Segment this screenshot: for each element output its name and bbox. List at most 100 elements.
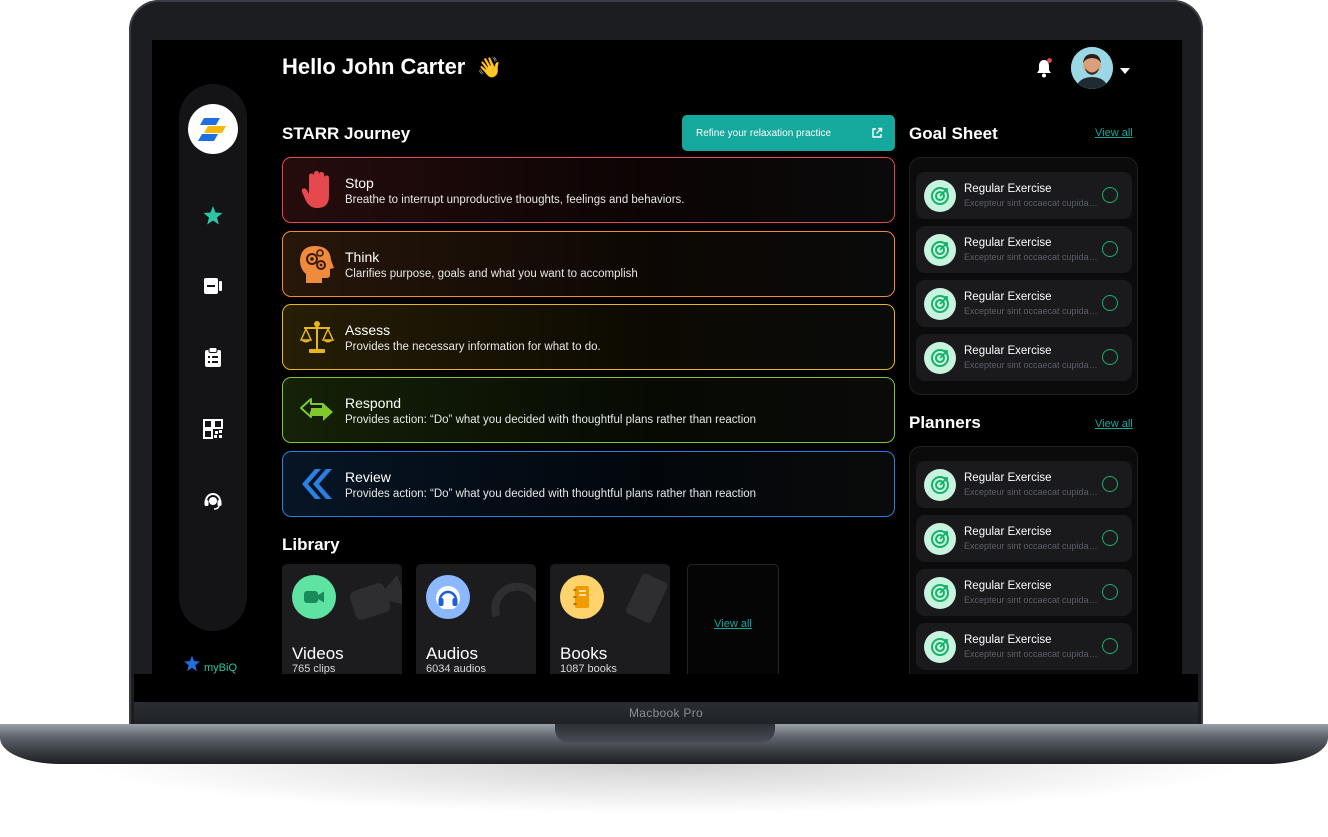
planner-title: Regular Exercise bbox=[964, 634, 1052, 646]
goal-item[interactable]: Regular Exercise Excepteur sint occaecat… bbox=[916, 172, 1132, 219]
starr-card-title: Stop bbox=[345, 174, 374, 191]
brand-logo: myBiQ bbox=[182, 652, 237, 674]
planner-checkbox[interactable] bbox=[1102, 476, 1118, 492]
nav-item-tasks[interactable] bbox=[201, 345, 225, 369]
screen-bezel bbox=[134, 674, 1198, 702]
starr-card-title: Assess bbox=[345, 321, 391, 338]
page-title: Hello John Carter 👋 bbox=[282, 54, 502, 80]
library-card-count: 765 clips bbox=[292, 663, 336, 674]
goal-desc: Excepteur sint occaecat cupidatat non pr… bbox=[964, 360, 1099, 370]
starr-card-desc: Provides action: “Do” what you decided w… bbox=[345, 487, 757, 500]
planner-item[interactable]: Regular Exercise Excepteur sint occaecat… bbox=[916, 623, 1132, 670]
nav-item-journal[interactable] bbox=[201, 274, 225, 298]
goal-item[interactable]: Regular Exercise Excepteur sint occaecat… bbox=[916, 334, 1132, 381]
goal-item[interactable]: Regular Exercise Excepteur sint occaecat… bbox=[916, 280, 1132, 327]
qr-code-icon bbox=[203, 419, 223, 439]
library-card-audios[interactable]: Audios 6034 audios bbox=[416, 564, 536, 674]
goal-desc: Excepteur sint occaecat cupidatat non pr… bbox=[964, 252, 1099, 262]
greeting-text: Hello John Carter bbox=[282, 54, 466, 79]
sidebar bbox=[179, 84, 247, 631]
planner-checkbox[interactable] bbox=[1102, 530, 1118, 546]
starr-card-think[interactable]: Think Clarifies purpose, goals and what … bbox=[282, 231, 895, 297]
goal-title: Regular Exercise bbox=[964, 291, 1052, 303]
video-ghost-icon bbox=[349, 574, 402, 620]
scales-icon bbox=[299, 317, 335, 357]
goal-checkbox[interactable] bbox=[1102, 241, 1118, 257]
account-menu-toggle[interactable] bbox=[1119, 63, 1131, 74]
double-chevron-left-icon bbox=[299, 464, 335, 504]
goal-checkbox[interactable] bbox=[1102, 349, 1118, 365]
planner-item[interactable]: Regular Exercise Excepteur sint occaecat… bbox=[916, 461, 1132, 508]
device-label: Macbook Pro bbox=[134, 702, 1198, 724]
planner-title: Regular Exercise bbox=[964, 472, 1052, 484]
library-card-books[interactable]: Books 1087 books bbox=[550, 564, 670, 674]
goal-sheet-title: Goal Sheet bbox=[909, 124, 998, 143]
video-camera-icon bbox=[292, 575, 336, 619]
wave-icon: 👋 bbox=[477, 56, 503, 79]
starr-card-title: Review bbox=[345, 468, 391, 485]
target-icon bbox=[924, 523, 956, 555]
goal-desc: Excepteur sint occaecat cupidatat non pr… bbox=[964, 306, 1099, 316]
planner-title: Regular Exercise bbox=[964, 580, 1052, 592]
goal-sheet-panel: Regular Exercise Excepteur sint occaecat… bbox=[909, 157, 1138, 395]
planner-item[interactable]: Regular Exercise Excepteur sint occaecat… bbox=[916, 515, 1132, 562]
starr-card-desc: Breathe to interrupt unproductive though… bbox=[345, 193, 685, 206]
target-icon bbox=[924, 577, 956, 609]
target-icon bbox=[924, 180, 956, 212]
planner-desc: Excepteur sint occaecat cupidatat non pr… bbox=[964, 649, 1099, 659]
target-icon bbox=[924, 631, 956, 663]
book-ghost-icon bbox=[626, 573, 668, 623]
starr-card-desc: Provides action: “Do” what you decided w… bbox=[345, 413, 757, 426]
journal-icon bbox=[204, 278, 222, 294]
app-screen: myBiQ Hello John Carter 👋 STARR Journey … bbox=[152, 40, 1182, 674]
library-view-all-link[interactable]: View all bbox=[714, 618, 752, 630]
library-view-all[interactable]: View all bbox=[687, 564, 779, 674]
chevron-down-icon bbox=[1120, 68, 1130, 74]
planner-desc: Excepteur sint occaecat cupidatat non pr… bbox=[964, 595, 1099, 605]
starr-card-title: Think bbox=[345, 248, 380, 265]
starr-card-respond[interactable]: Respond Provides action: “Do” what you d… bbox=[282, 377, 895, 443]
target-icon bbox=[924, 469, 956, 501]
nav-item-scan[interactable] bbox=[201, 417, 225, 441]
goal-title: Regular Exercise bbox=[964, 345, 1052, 357]
hand-stop-icon bbox=[299, 170, 335, 210]
planner-desc: Excepteur sint occaecat cupidatat non pr… bbox=[964, 487, 1099, 497]
planner-checkbox[interactable] bbox=[1102, 584, 1118, 600]
goal-sheet-view-all[interactable]: View all bbox=[1095, 127, 1133, 139]
target-icon bbox=[924, 288, 956, 320]
starr-card-desc: Provides the necessary information for w… bbox=[345, 340, 601, 353]
app-logo[interactable] bbox=[188, 104, 238, 154]
clipboard-icon bbox=[205, 347, 221, 367]
notifications-button[interactable] bbox=[1034, 57, 1054, 79]
planners-view-all[interactable]: View all bbox=[1095, 418, 1133, 430]
planner-checkbox[interactable] bbox=[1102, 638, 1118, 654]
library-card-title: Books bbox=[560, 644, 608, 663]
library-title: Library bbox=[282, 535, 340, 554]
target-icon bbox=[924, 342, 956, 374]
nav-item-journey[interactable] bbox=[201, 204, 225, 228]
target-icon bbox=[924, 234, 956, 266]
notebook-icon bbox=[560, 575, 604, 619]
headset-support-icon bbox=[204, 493, 222, 510]
starr-card-review[interactable]: Review Provides action: “Do” what you de… bbox=[282, 451, 895, 517]
planners-title: Planners bbox=[909, 413, 981, 432]
library-card-count: 6034 audios bbox=[426, 663, 486, 674]
goal-title: Regular Exercise bbox=[964, 237, 1052, 249]
refine-practice-button[interactable]: Refine your relaxation practice bbox=[682, 115, 895, 151]
bell-icon bbox=[1037, 58, 1052, 78]
headphones-ghost-icon bbox=[491, 582, 536, 618]
starr-card-assess[interactable]: Assess Provides the necessary informatio… bbox=[282, 304, 895, 370]
refine-practice-label: Refine your relaxation practice bbox=[696, 127, 832, 139]
nav-item-support[interactable] bbox=[201, 488, 225, 512]
goal-checkbox[interactable] bbox=[1102, 295, 1118, 311]
goal-item[interactable]: Regular Exercise Excepteur sint occaecat… bbox=[916, 226, 1132, 273]
planner-item[interactable]: Regular Exercise Excepteur sint occaecat… bbox=[916, 569, 1132, 616]
library-card-videos[interactable]: Videos 765 clips bbox=[282, 564, 402, 674]
avatar[interactable] bbox=[1071, 47, 1113, 89]
starr-card-stop[interactable]: Stop Breathe to interrupt unproductive t… bbox=[282, 157, 895, 223]
logo-icon bbox=[198, 118, 226, 141]
goal-checkbox[interactable] bbox=[1102, 187, 1118, 203]
starr-card-desc: Clarifies purpose, goals and what you wa… bbox=[345, 267, 638, 280]
planner-title: Regular Exercise bbox=[964, 526, 1052, 538]
laptop-notch bbox=[555, 724, 775, 743]
